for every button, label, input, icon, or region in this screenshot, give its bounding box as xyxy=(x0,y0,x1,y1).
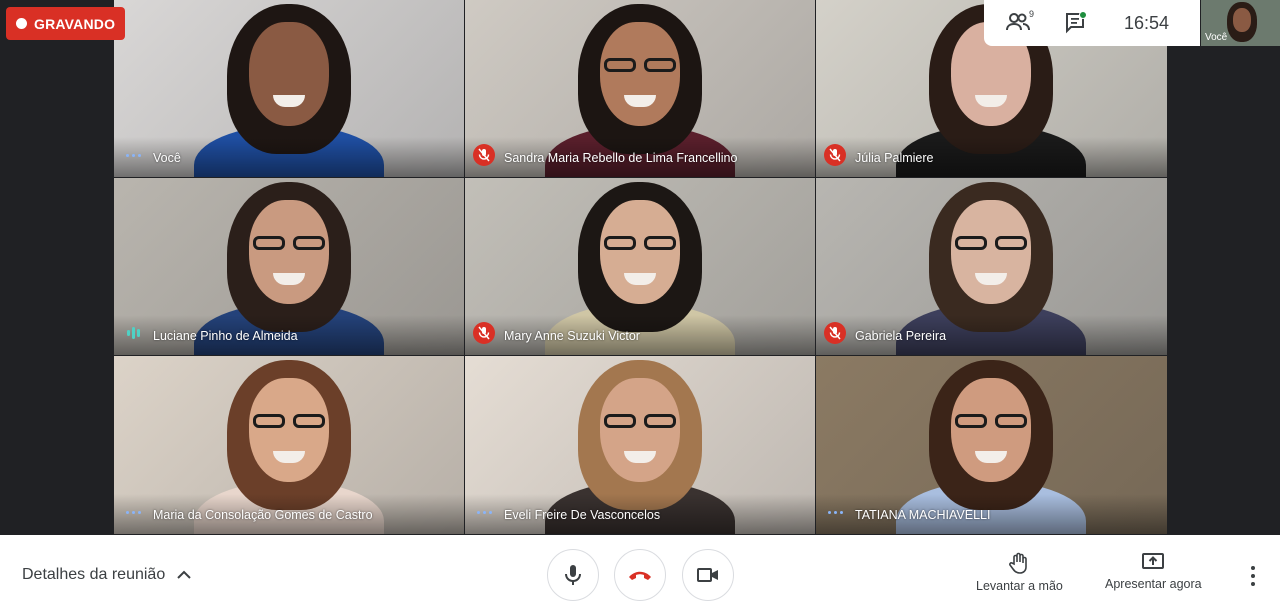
glasses-lens xyxy=(293,236,325,250)
microphone-icon xyxy=(565,565,581,585)
microphone-button[interactable] xyxy=(547,549,599,601)
camera-icon xyxy=(697,568,718,582)
glasses-lens xyxy=(644,58,676,72)
participant-nameplate: Luciane Pinho de Almeida xyxy=(114,315,464,355)
participant-tile[interactable]: Luciane Pinho de Almeida xyxy=(114,178,465,356)
glasses-lens xyxy=(955,414,987,428)
audio-dots-icon xyxy=(824,501,846,523)
participant-face xyxy=(951,200,1031,304)
participant-tile[interactable]: Você xyxy=(114,0,465,178)
mic-off-icon xyxy=(473,322,495,344)
participant-tile[interactable]: Sandra Maria Rebello de Lima Francellino xyxy=(465,0,816,178)
audio-dots-icon xyxy=(122,144,144,166)
camera-button[interactable] xyxy=(682,549,734,601)
more-options-icon xyxy=(1251,566,1255,570)
chevron-up-icon xyxy=(177,570,191,579)
participant-face xyxy=(249,200,329,304)
present-now-button[interactable]: Apresentar agora xyxy=(1105,552,1202,591)
participant-name: Júlia Palmiere xyxy=(855,151,934,165)
participant-nameplate: TATIANA MACHIAVELLI xyxy=(816,494,1167,534)
participant-name: Maria da Consolação Gomes de Castro xyxy=(153,508,373,522)
meeting-details-button[interactable]: Detalhes da reunião xyxy=(22,566,191,584)
participant-nameplate: Sandra Maria Rebello de Lima Francellino xyxy=(465,137,815,177)
participant-nameplate: Maria da Consolação Gomes de Castro xyxy=(114,494,464,534)
bottom-control-bar: Detalhes da reunião Levantar a mão Apres… xyxy=(0,535,1280,615)
participant-name: Sandra Maria Rebello de Lima Francellino xyxy=(504,151,738,165)
participants-count: 9 xyxy=(1029,9,1035,19)
participant-name: Você xyxy=(153,151,181,165)
participant-nameplate: Júlia Palmiere xyxy=(816,137,1167,177)
self-face xyxy=(1233,8,1251,32)
glasses-lens xyxy=(995,236,1027,250)
participant-nameplate: Eveli Freire De Vasconcelos xyxy=(465,494,815,534)
participant-name: TATIANA MACHIAVELLI xyxy=(855,508,991,522)
more-options-button[interactable] xyxy=(1243,564,1263,588)
present-screen-icon xyxy=(1142,553,1165,569)
glasses-lens xyxy=(644,236,676,250)
glasses-lens xyxy=(253,414,285,428)
raise-hand-button[interactable]: Levantar a mão xyxy=(976,552,1063,593)
glasses-lens xyxy=(253,236,285,250)
glasses-lens xyxy=(604,414,636,428)
participant-tile[interactable]: Mary Anne Suzuki Victor xyxy=(465,178,816,356)
mic-off-icon xyxy=(824,322,846,344)
participant-tile[interactable]: Maria da Consolação Gomes de Castro xyxy=(114,356,465,535)
participant-name: Gabriela Pereira xyxy=(855,329,947,343)
hand-icon xyxy=(1009,552,1028,574)
mic-off-icon xyxy=(473,144,495,166)
participant-name: Luciane Pinho de Almeida xyxy=(153,329,298,343)
hang-up-icon xyxy=(629,571,651,580)
participant-name: Eveli Freire De Vasconcelos xyxy=(504,508,661,522)
present-now-label: Apresentar agora xyxy=(1105,577,1202,591)
participant-face xyxy=(249,378,329,482)
participant-face xyxy=(600,22,680,126)
mic-off-icon xyxy=(824,144,846,166)
glasses-lens xyxy=(644,414,676,428)
participant-grid: Você Sandra Maria Rebello de Lima Francel… xyxy=(114,0,1168,535)
participant-face xyxy=(951,378,1031,482)
chat-icon xyxy=(1066,11,1087,34)
glasses-lens xyxy=(604,236,636,250)
participant-nameplate: Mary Anne Suzuki Victor xyxy=(465,315,815,355)
leave-call-button[interactable] xyxy=(614,549,666,601)
recording-badge: GRAVANDO xyxy=(6,7,126,40)
self-view-label: Você xyxy=(1205,32,1228,43)
participant-nameplate: Gabriela Pereira xyxy=(816,315,1167,355)
top-info-bar: 9 16:54 xyxy=(984,0,1200,46)
chat-button[interactable] xyxy=(1064,11,1090,35)
raise-hand-label: Levantar a mão xyxy=(976,579,1063,593)
glasses-lens xyxy=(955,236,987,250)
participant-tile[interactable]: TATIANA MACHIAVELLI xyxy=(816,356,1168,535)
participant-face xyxy=(600,378,680,482)
video-stage: Você Sandra Maria Rebello de Lima Francel… xyxy=(0,0,1280,535)
participants-button[interactable]: 9 xyxy=(1006,9,1035,35)
participant-face xyxy=(249,22,329,126)
recording-label: GRAVANDO xyxy=(34,15,116,32)
participant-tile[interactable]: Gabriela Pereira xyxy=(816,178,1168,356)
clock: 16:54 xyxy=(1124,12,1170,33)
audio-dots-icon xyxy=(122,501,144,523)
participant-nameplate: Você xyxy=(114,137,464,177)
record-dot-icon xyxy=(16,18,27,29)
participant-face xyxy=(600,200,680,304)
participant-name: Mary Anne Suzuki Victor xyxy=(504,329,640,343)
participant-tile[interactable]: Eveli Freire De Vasconcelos xyxy=(465,356,816,535)
meeting-details-label: Detalhes da reunião xyxy=(22,566,166,583)
glasses-lens xyxy=(604,58,636,72)
glasses-lens xyxy=(293,414,325,428)
audio-dots-icon xyxy=(473,501,495,523)
glasses-lens xyxy=(995,414,1027,428)
audio-level-icon xyxy=(122,322,144,344)
self-view-thumbnail[interactable]: Você xyxy=(1201,0,1280,46)
